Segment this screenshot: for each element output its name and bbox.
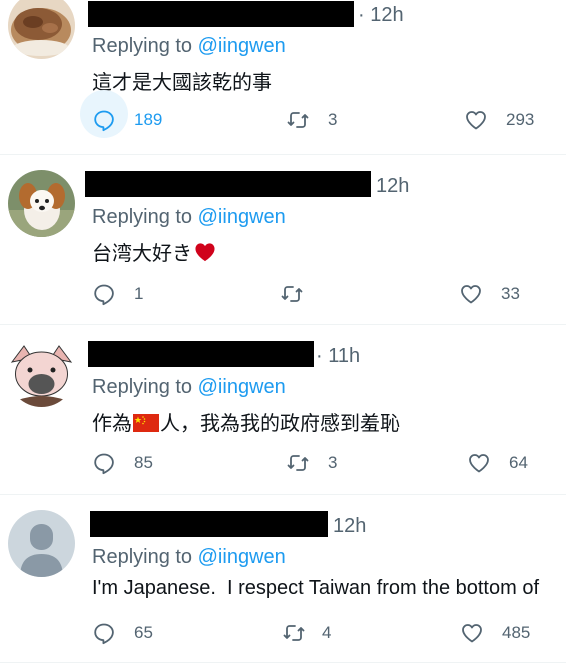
- reply-button[interactable]: 65: [92, 621, 153, 645]
- heart-icon: [469, 454, 489, 473]
- redacted-username: [85, 171, 371, 197]
- food-photo-icon: [8, 0, 75, 59]
- retweet-button[interactable]: 4: [282, 621, 331, 645]
- reply-button[interactable]: 1: [92, 282, 143, 306]
- avatar[interactable]: [8, 0, 75, 59]
- retweet-icon: [287, 455, 309, 471]
- retweet-icon: [283, 625, 305, 641]
- timestamp[interactable]: 12h: [333, 515, 366, 538]
- reply-count: 85: [134, 453, 153, 472]
- reply-icon: [94, 453, 114, 475]
- retweet-count: 3: [328, 110, 338, 129]
- reply-button[interactable]: 85: [92, 451, 153, 475]
- timestamp[interactable]: 12h: [376, 175, 409, 198]
- avatar[interactable]: [8, 340, 75, 407]
- like-button[interactable]: 64: [467, 451, 528, 475]
- tweet-text-after-flag: 人，我為我的政府感到羞恥: [160, 413, 400, 435]
- reply-icon: [94, 284, 114, 306]
- retweet-icon: [287, 112, 309, 128]
- replying-label: Replying to: [92, 206, 193, 228]
- tweet-text: 這才是大國該乾的事: [92, 72, 272, 94]
- tweet-text-container: 台湾大好き: [92, 237, 216, 266]
- avatar[interactable]: [8, 170, 75, 237]
- tweet-text-container: 作為 人，我為我的政府感到羞恥: [92, 407, 400, 436]
- replying-label: Replying to: [92, 35, 193, 57]
- reply-icon: [94, 623, 114, 645]
- divider: [0, 662, 566, 663]
- timestamp[interactable]: · 12h: [358, 4, 404, 27]
- timestamp[interactable]: · 11h: [316, 345, 360, 368]
- handle-link[interactable]: @iingwen: [198, 206, 286, 228]
- redacted-username: [90, 511, 328, 537]
- like-count: 485: [502, 623, 531, 642]
- reply-count: 1: [134, 284, 144, 303]
- like-button[interactable]: 33: [459, 282, 520, 306]
- retweet-button[interactable]: 3: [286, 108, 337, 132]
- replying-label: Replying to: [92, 546, 193, 568]
- tweet[interactable]: · 11h Replying to @iingwen 作為 人，我為我的政府感到羞…: [0, 324, 566, 494]
- replying-to: Replying to @iingwen: [92, 206, 286, 229]
- replying-label: Replying to: [92, 376, 193, 398]
- retweet-icon: [281, 286, 303, 302]
- dog-photo-icon: [8, 170, 75, 237]
- default-profile-icon: [8, 510, 75, 577]
- pig-cartoon-icon: [8, 340, 75, 407]
- tweet[interactable]: 12h Replying to @iingwen 台湾大好き 1 33: [0, 154, 566, 324]
- china-flag-icon: [133, 414, 159, 432]
- tweet[interactable]: 12h Replying to @iingwen I'm Japanese. I…: [0, 494, 566, 664]
- like-count: 64: [509, 453, 528, 472]
- reply-count: 65: [134, 623, 153, 642]
- heart-icon: [466, 111, 486, 130]
- heart-icon: [462, 624, 482, 643]
- retweet-count: 3: [328, 453, 338, 472]
- replying-to: Replying to @iingwen: [92, 35, 286, 58]
- reply-icon: [94, 110, 114, 132]
- tweet-text: I'm Japanese. I respect Taiwan from the …: [92, 577, 540, 599]
- reply-count: 189: [134, 110, 163, 129]
- like-button[interactable]: 485: [460, 621, 530, 645]
- handle-link[interactable]: @iingwen: [198, 376, 286, 398]
- handle-link[interactable]: @iingwen: [198, 546, 286, 568]
- redacted-username: [88, 1, 354, 27]
- retweet-count: 4: [322, 623, 332, 642]
- red-heart-emoji-icon: [195, 243, 215, 262]
- tweet-text-before-flag: 作為: [92, 413, 132, 435]
- replying-to: Replying to @iingwen: [92, 376, 286, 399]
- avatar[interactable]: [8, 510, 75, 577]
- handle-link[interactable]: @iingwen: [198, 35, 286, 57]
- like-count: 33: [501, 284, 520, 303]
- retweet-button[interactable]: 3: [286, 451, 337, 475]
- tweet-text: 台湾大好き: [92, 243, 192, 265]
- replying-to: Replying to @iingwen: [92, 546, 286, 569]
- redacted-username: [88, 341, 314, 367]
- like-button[interactable]: 293: [464, 108, 534, 132]
- retweet-button[interactable]: [280, 282, 316, 306]
- heart-icon: [461, 285, 481, 304]
- tweet[interactable]: · 12h Replying to @iingwen 這才是大國該乾的事 189…: [0, 0, 566, 164]
- reply-button[interactable]: 189: [92, 108, 162, 132]
- like-count: 293: [506, 110, 535, 129]
